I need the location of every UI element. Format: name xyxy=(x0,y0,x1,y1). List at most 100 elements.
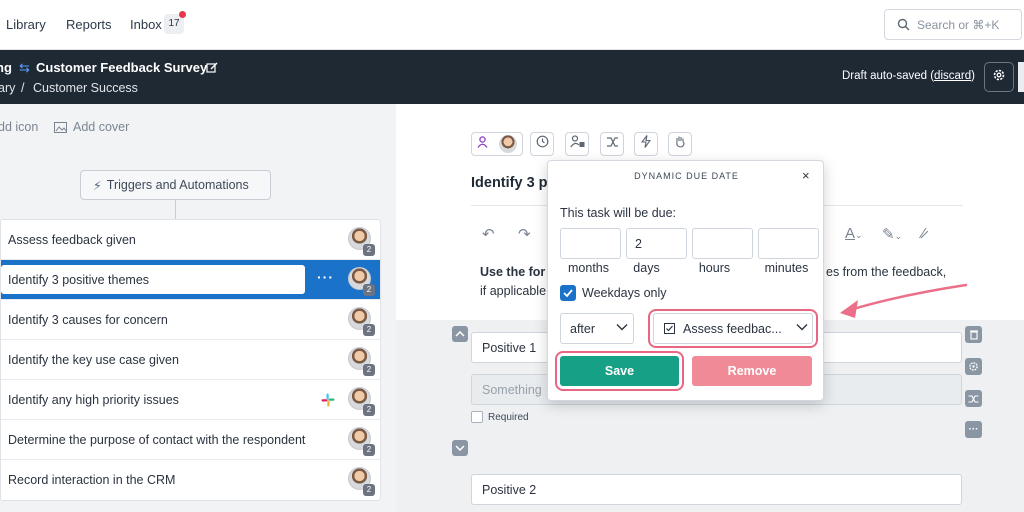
stop-task-button[interactable] xyxy=(668,132,692,156)
weekdays-label: Weekdays only xyxy=(582,286,667,300)
assignee-count-badge: 2 xyxy=(363,484,375,496)
redo-icon[interactable]: ↷ xyxy=(518,225,531,243)
minutes-input[interactable] xyxy=(758,228,819,259)
task-item[interactable]: Determine the purpose of contact with th… xyxy=(1,420,380,460)
days-input[interactable] xyxy=(626,228,687,259)
hours-input[interactable] xyxy=(692,228,753,259)
task-list: Assess feedback given 2 Identify 3 posit… xyxy=(0,219,381,501)
gear-icon xyxy=(969,362,978,371)
automation-button[interactable] xyxy=(634,132,658,156)
assignee-count-badge: 2 xyxy=(363,324,375,336)
weekdays-checkbox[interactable] xyxy=(560,285,576,301)
clock-icon xyxy=(536,135,549,153)
task-description-right: es from the feedback, xyxy=(826,265,947,279)
page-title[interactable]: Customer Feedback Survey xyxy=(36,60,207,75)
highlight-ring xyxy=(555,351,684,391)
assignee-avatar xyxy=(498,135,517,153)
task-description-line2: if applicable xyxy=(480,284,547,298)
due-date-button[interactable] xyxy=(530,132,554,156)
triggers-automations-button[interactable]: ⚡︎ Triggers and Automations xyxy=(80,170,271,200)
task-list-pane: dd icon Add cover ⚡︎ Triggers and Automa… xyxy=(0,104,396,512)
image-icon xyxy=(54,121,67,133)
minutes-label: minutes xyxy=(764,261,809,275)
user-lock-icon xyxy=(569,135,585,153)
field-settings-button[interactable] xyxy=(965,358,982,375)
breadcrumb-folder[interactable]: Customer Success xyxy=(33,81,138,95)
inbox-notification-dot xyxy=(179,11,186,18)
relation-select[interactable]: after xyxy=(560,313,634,344)
breadcrumb-library[interactable]: ary xyxy=(0,81,15,95)
lightning-icon: ⚡︎ xyxy=(93,178,102,193)
popup-title: DYNAMIC DUE DATE xyxy=(634,171,739,181)
delete-field-button[interactable] xyxy=(965,326,982,343)
months-input[interactable] xyxy=(560,228,621,259)
shuffle-icon xyxy=(968,394,979,403)
chevron-down-icon xyxy=(616,324,628,331)
workflow-icon: ⇆ xyxy=(19,60,30,75)
add-icon-link[interactable]: dd icon xyxy=(0,120,38,134)
settings-button[interactable] xyxy=(984,62,1014,92)
remove-button[interactable]: Remove xyxy=(692,356,812,386)
nav-reports[interactable]: Reports xyxy=(66,17,112,32)
text-field-positive-2[interactable]: Positive 2 xyxy=(471,474,962,505)
breadcrumb-separator: / xyxy=(21,81,25,95)
trash-icon xyxy=(969,330,978,340)
connector-line xyxy=(175,200,176,220)
checkbox[interactable] xyxy=(471,411,483,423)
task-item[interactable]: Assess feedback given 2 xyxy=(1,220,380,260)
hours-label: hours xyxy=(698,261,731,275)
conditional-logic-button[interactable] xyxy=(600,132,624,156)
checkmark-icon xyxy=(563,289,573,297)
text-color-icon[interactable]: A⌄ xyxy=(845,225,863,242)
gear-icon xyxy=(992,68,1006,87)
hand-icon xyxy=(674,135,686,153)
permissions-button[interactable] xyxy=(565,132,589,156)
add-cover-link[interactable]: Add cover xyxy=(54,120,129,134)
task-item[interactable]: Identify any high priority issues 2 xyxy=(1,380,380,420)
field-logic-button[interactable] xyxy=(965,390,982,407)
lightning-icon xyxy=(640,135,652,153)
workflow-header: ng ⇆ Customer Feedback Survey ary / Cust… xyxy=(0,50,1024,104)
header-edge xyxy=(1018,62,1024,92)
ellipsis-icon: ··· xyxy=(968,423,979,435)
shuffle-icon xyxy=(606,135,619,153)
search-input[interactable] xyxy=(917,16,1017,34)
task-menu-icon[interactable]: ··· xyxy=(317,269,334,285)
magic-wand-icon[interactable]: ⁄̷ xyxy=(922,225,925,242)
task-item[interactable]: Record interaction in the CRM 2 xyxy=(1,460,380,500)
task-description-line1: Use the for xyxy=(480,265,546,279)
task-item-selected[interactable]: Identify 3 positive themes ··· 2 xyxy=(1,260,380,300)
edit-icon[interactable] xyxy=(206,61,218,79)
due-label: This task will be due: xyxy=(560,206,677,220)
assignee-count-badge: 2 xyxy=(363,244,375,256)
days-label: days xyxy=(633,261,660,275)
required-checkbox[interactable]: Required xyxy=(471,411,529,423)
section-fragment: ng xyxy=(0,60,12,75)
chevron-down-icon xyxy=(455,445,465,451)
draft-status: Draft auto-saved (discard) xyxy=(842,70,975,82)
slack-icon xyxy=(321,393,335,407)
task-item[interactable]: Identify the key use case given 2 xyxy=(1,340,380,380)
assignee-count-badge: 2 xyxy=(363,364,375,376)
assignee-count-badge: 2 xyxy=(363,284,375,296)
chevron-up-icon xyxy=(455,331,465,337)
undo-icon[interactable]: ↶ xyxy=(482,225,495,243)
assignee-count-badge: 2 xyxy=(363,444,375,456)
assignees-button[interactable] xyxy=(471,132,523,156)
task-title[interactable]: Identify 3 p xyxy=(471,175,548,191)
search-icon xyxy=(897,18,910,36)
nav-library[interactable]: Library xyxy=(6,17,46,32)
dynamic-due-date-popup: DYNAMIC DUE DATE × This task will be due… xyxy=(547,160,824,401)
search-box[interactable] xyxy=(884,9,1022,40)
task-item[interactable]: Identify 3 causes for concern 2 xyxy=(1,300,380,340)
close-icon[interactable]: × xyxy=(802,168,810,183)
assignee-count-badge: 2 xyxy=(363,404,375,416)
months-label: months xyxy=(568,261,609,275)
highlight-ring xyxy=(648,309,818,348)
more-options-button[interactable]: ··· xyxy=(965,421,982,438)
move-up-button[interactable] xyxy=(452,326,468,342)
discard-link[interactable]: discard xyxy=(934,70,971,82)
highlight-icon[interactable]: ✎⌄ xyxy=(882,225,902,243)
nav-inbox[interactable]: Inbox xyxy=(130,17,162,32)
move-down-button[interactable] xyxy=(452,440,468,456)
